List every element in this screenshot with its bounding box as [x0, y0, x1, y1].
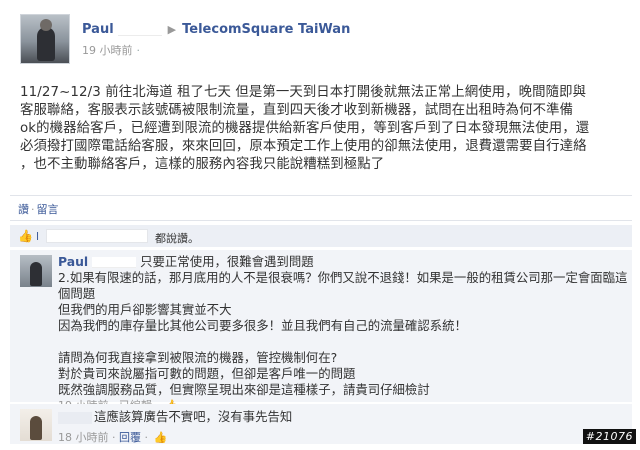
comment-line: 只要正常使用，很難會遇到問題 [140, 254, 314, 269]
comment-item: Paul 只要正常使用，很難會遇到問題 2.如果有限速的話，那月底用的人不是很衰… [10, 250, 632, 412]
redacted-name [92, 257, 137, 268]
like-link[interactable]: 讚 [18, 203, 29, 216]
divider [10, 195, 632, 196]
comment-line: 對於貴司來說屬指可數的問題，但卻是客戶唯一的問題 [58, 366, 356, 381]
post-line: 11/27~12/3 前往北海道 租了七天 但是第一天到日本打開後就無法正常上網… [20, 85, 587, 100]
comment-text: Paul 只要正常使用，很難會遇到問題 2.如果有限速的話，那月底用的人不是很衰… [58, 254, 628, 414]
redacted-name [58, 411, 92, 424]
comment-line: 2.如果有限速的話，那月底用的人不是很衰嗎？你們又說不退錢！如果是一般的租賃公司… [58, 270, 628, 285]
author-name[interactable]: Paul [82, 22, 114, 37]
redacted-likers [46, 229, 148, 243]
likes-row: 👍 l 都說讚。 [10, 225, 632, 247]
comment-line: 但我們的用戶卻影響其實並不大 [58, 302, 232, 317]
post-line: 必須撥打國際電話給客服，來來回回，原本預定工作上使用的卻無法使用，退費還需要自行… [20, 139, 587, 154]
comment-meta: 18 小時前 · 回覆 · 👍 [58, 431, 168, 444]
separator: · [31, 203, 35, 216]
reply-link[interactable]: 回覆 [119, 431, 141, 444]
comment-line [58, 334, 618, 350]
globe-icon: · [136, 44, 141, 57]
commenter-name[interactable]: Paul [58, 254, 88, 269]
post-actions: 讚 · 留言 [18, 201, 59, 217]
comment-line: 個問題 [58, 286, 96, 301]
divider [10, 220, 632, 221]
post-body: 11/27~12/3 前往北海道 租了七天 但是第一天到日本打開後就無法正常上網… [20, 84, 612, 174]
commenter-avatar[interactable] [20, 409, 52, 441]
redacted-name [117, 23, 162, 36]
commenter-avatar[interactable] [20, 255, 52, 287]
comment-line: 既然強調服務品質，但實際呈現出來卻是這種樣子，請貴司仔細檢討 [58, 382, 430, 397]
post-time-text[interactable]: 19 小時前 [82, 44, 133, 57]
comment-time[interactable]: 18 小時前 [58, 431, 109, 444]
comment-item: 這應該算廣告不實吧，沒有事先告知 18 小時前 · 回覆 · 👍 [10, 404, 632, 444]
thumbs-up-icon: 👍 [18, 229, 33, 243]
comment-text: 這應該算廣告不實吧，沒有事先告知 [58, 409, 618, 425]
post-header: Paul ▶ TelecomSquare TaiWan 19 小時前 · [12, 10, 632, 64]
post-timestamp[interactable]: 19 小時前 · [82, 42, 140, 58]
comment-line: 這應該算廣告不實吧，沒有事先告知 [94, 409, 293, 424]
comment-line: 請問為何我直接拿到被限流的機器，管控機制何在? [58, 350, 338, 365]
comment-link[interactable]: 留言 [37, 203, 59, 216]
post-line: 客服聯絡，客服表示該號碼被限制流量，直到四天後才收到新機器，試問在出租時為何不準… [20, 103, 574, 118]
author-line: Paul ▶ TelecomSquare TaiWan [82, 22, 350, 37]
comment-line: 因為我們的庫存量比其他公司要多很多！並且我們有自己的流量確認系統！ [58, 318, 467, 333]
target-page-link[interactable]: TelecomSquare TaiWan [182, 22, 350, 37]
likes-text: 都說讚。 [155, 232, 199, 245]
watermark: #21076 [582, 429, 636, 444]
thumbs-up-icon[interactable]: 👍 [154, 431, 168, 444]
author-avatar[interactable] [20, 14, 70, 64]
arrow-icon: ▶ [167, 23, 177, 36]
liker-prefix[interactable]: l [36, 230, 39, 243]
post-line: ok的機器給客戶，已經遭到限流的機器提供給新客戶使用，等到客戶到了日本發現無法使… [20, 121, 590, 136]
post-line: ，也不主動聯絡客戶，這樣的服務內容我只能說糟糕到極點了 [20, 157, 385, 172]
